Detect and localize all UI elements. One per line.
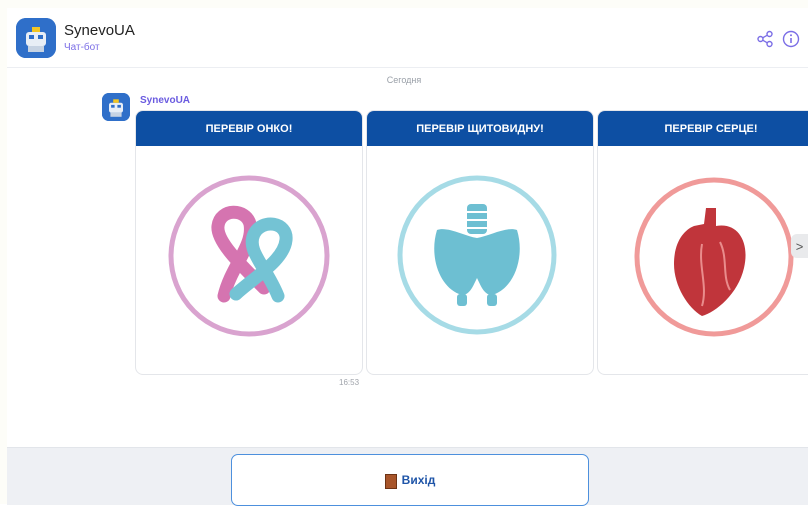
sender-avatar xyxy=(102,93,130,121)
date-separator: Сегодня xyxy=(386,75,422,85)
carousel-card-heart[interactable]: ПЕРЕВІР СЕРЦЕ! xyxy=(597,110,808,375)
cancer-ribbons-icon xyxy=(168,175,330,337)
chat-header: SynevoUA Чат-бот xyxy=(7,8,808,68)
card-title: ПЕРЕВІР СЕРЦЕ! xyxy=(598,111,808,146)
card-title: ПЕРЕВІР ОНКО! xyxy=(136,111,362,146)
info-icon[interactable] xyxy=(782,30,800,48)
exit-label: Вихід xyxy=(401,473,436,487)
bot-subtitle: Чат-бот xyxy=(64,42,100,53)
share-icon[interactable] xyxy=(756,30,774,48)
sender-name: SynevoUA xyxy=(140,95,191,106)
bot-avatar xyxy=(16,18,56,58)
door-icon xyxy=(384,473,397,489)
bot-name: SynevoUA xyxy=(64,22,135,39)
carousel-next-button[interactable]: > xyxy=(791,234,808,258)
carousel-card-onco[interactable]: ПЕРЕВІР ОНКО! xyxy=(135,110,363,375)
exit-button[interactable]: Вихід xyxy=(231,454,589,506)
thyroid-icon xyxy=(397,175,557,335)
card-title: ПЕРЕВІР ЩИТОВИДНУ! xyxy=(367,111,593,146)
heart-icon xyxy=(634,177,794,337)
message-time: 16:53 xyxy=(339,378,360,387)
carousel-card-thyroid[interactable]: ПЕРЕВІР ЩИТОВИДНУ! xyxy=(366,110,594,375)
